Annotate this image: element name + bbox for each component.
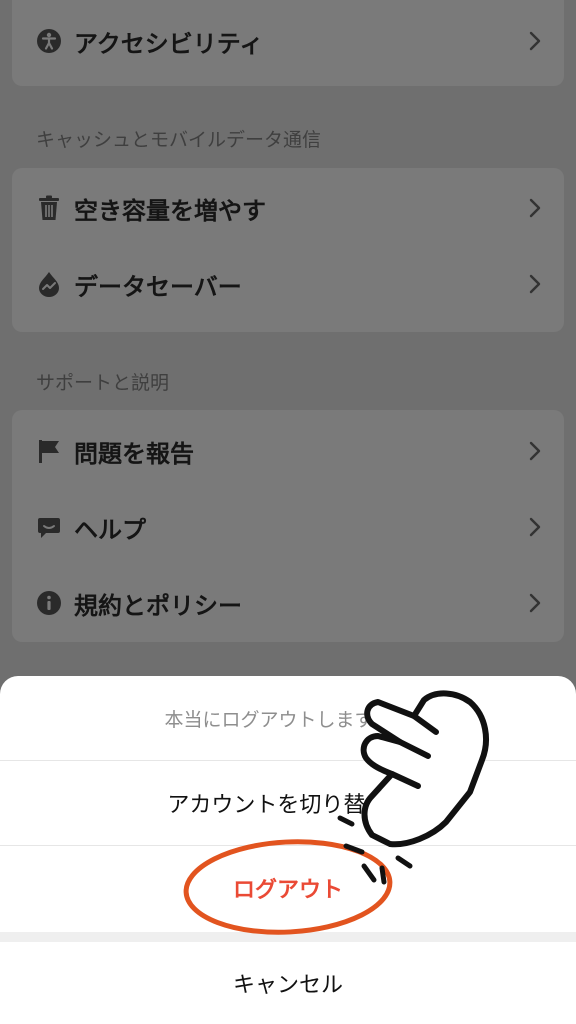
trash-icon: [36, 195, 62, 221]
row-help[interactable]: ヘルプ: [12, 489, 564, 565]
support-card: 問題を報告 ヘルプ 規約とポリシー: [12, 410, 564, 642]
help-icon: [36, 514, 62, 540]
row-label: 規約とポリシー: [74, 591, 242, 620]
cache-card: 空き容量を増やす データセーバー: [12, 168, 564, 332]
row-label: アクセシビリティ: [74, 29, 264, 58]
chevron-right-icon: [529, 441, 541, 461]
row-label: 空き容量を増やす: [74, 196, 266, 225]
switch-account-button[interactable]: アカウントを切り替える: [0, 761, 576, 845]
chevron-right-icon: [529, 517, 541, 537]
row-terms-policy[interactable]: 規約とポリシー: [12, 565, 564, 641]
accessibility-icon: [36, 28, 62, 54]
chevron-right-icon: [529, 198, 541, 218]
logout-action-sheet: 本当にログアウトしますか？ アカウントを切り替える ログアウト: [0, 676, 576, 932]
sheet-separator: [0, 932, 576, 942]
data-saver-icon: [36, 271, 62, 297]
sheet-prompt: 本当にログアウトしますか？: [164, 708, 412, 731]
logout-button[interactable]: ログアウト: [0, 846, 576, 930]
row-report-problem[interactable]: 問題を報告: [12, 413, 564, 489]
row-label: 問題を報告: [74, 439, 194, 468]
info-icon: [36, 590, 62, 616]
row-label: データセーバー: [74, 272, 242, 301]
chevron-right-icon: [529, 274, 541, 294]
section-title-support: サポートと説明: [36, 372, 170, 394]
cancel-button[interactable]: キャンセル: [0, 942, 576, 1024]
row-label: ヘルプ: [74, 515, 146, 544]
flag-icon: [36, 438, 62, 464]
row-accessibility[interactable]: アクセシビリティ: [12, 3, 564, 79]
chevron-right-icon: [529, 593, 541, 613]
chevron-right-icon: [529, 31, 541, 51]
accessibility-card: アクセシビリティ: [12, 0, 564, 86]
row-free-space[interactable]: 空き容量を増やす: [12, 170, 564, 246]
section-title-cache: キャッシュとモバイルデータ通信: [36, 129, 322, 151]
row-data-saver[interactable]: データセーバー: [12, 246, 564, 322]
